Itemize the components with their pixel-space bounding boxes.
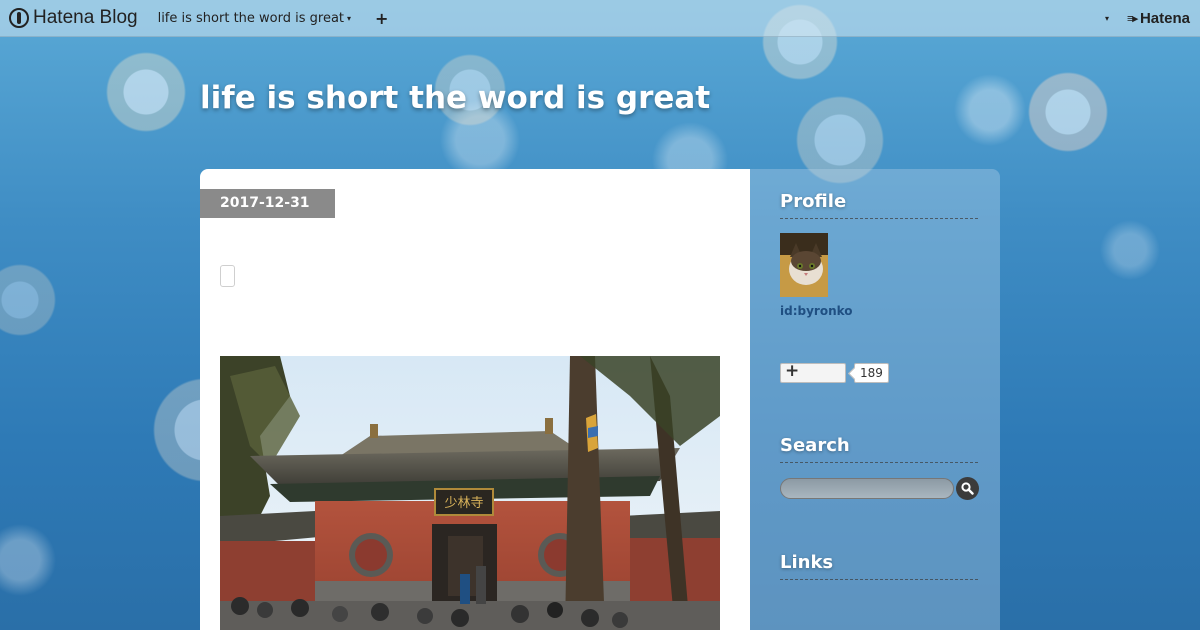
hatena-logo-icon: ≡▸ (1127, 12, 1138, 25)
entry-title-placeholder (220, 265, 235, 287)
temple-sign-text: 少林寺 (444, 496, 483, 511)
brand-name: Hatena Blog (33, 7, 138, 28)
entry-column: 2017-12-31 少林寺 (200, 169, 750, 630)
search-title: Search (780, 435, 978, 463)
profile-avatar[interactable] (780, 233, 828, 297)
profile-id-link[interactable]: id:byronko (780, 304, 853, 318)
global-header: Hatena Blog life is short the word is gr… (0, 0, 1200, 37)
temple-photo: 少林寺 (220, 356, 720, 630)
new-post-button[interactable]: + (375, 9, 388, 28)
search-form (780, 477, 979, 500)
hatena-label: Hatena (1139, 9, 1190, 27)
caret-down-icon: ▾ (347, 13, 352, 23)
header-right: ▾ ≡▸ Hatena (1105, 10, 1190, 27)
subscribe-button[interactable] (780, 361, 846, 383)
cat-avatar-image (780, 233, 828, 297)
blog-switcher-label: life is short the word is great (157, 10, 345, 26)
search-icon (961, 482, 974, 495)
profile-title: Profile (780, 191, 978, 219)
subscribe-widget: 189 (780, 361, 889, 383)
search-input[interactable] (780, 478, 954, 499)
menu-dropdown-icon[interactable]: ▾ (1105, 14, 1109, 23)
hatena-link[interactable]: ≡▸ Hatena (1127, 10, 1190, 27)
entry-date-badge[interactable]: 2017-12-31 (200, 189, 335, 218)
hatena-blog-brand-link[interactable]: Hatena Blog (9, 0, 138, 37)
sidebar: Profile id:byronko 189 Search (750, 169, 1000, 630)
blog-switcher[interactable]: life is short the word is great ▾ (158, 11, 351, 26)
blog-title[interactable]: life is short the word is great (200, 80, 710, 116)
entry-photo: 少林寺 (220, 356, 720, 630)
links-title: Links (780, 552, 978, 580)
search-button[interactable] (956, 477, 979, 500)
hatena-blog-logo-icon (9, 8, 29, 28)
subscriber-count: 189 (854, 363, 889, 383)
